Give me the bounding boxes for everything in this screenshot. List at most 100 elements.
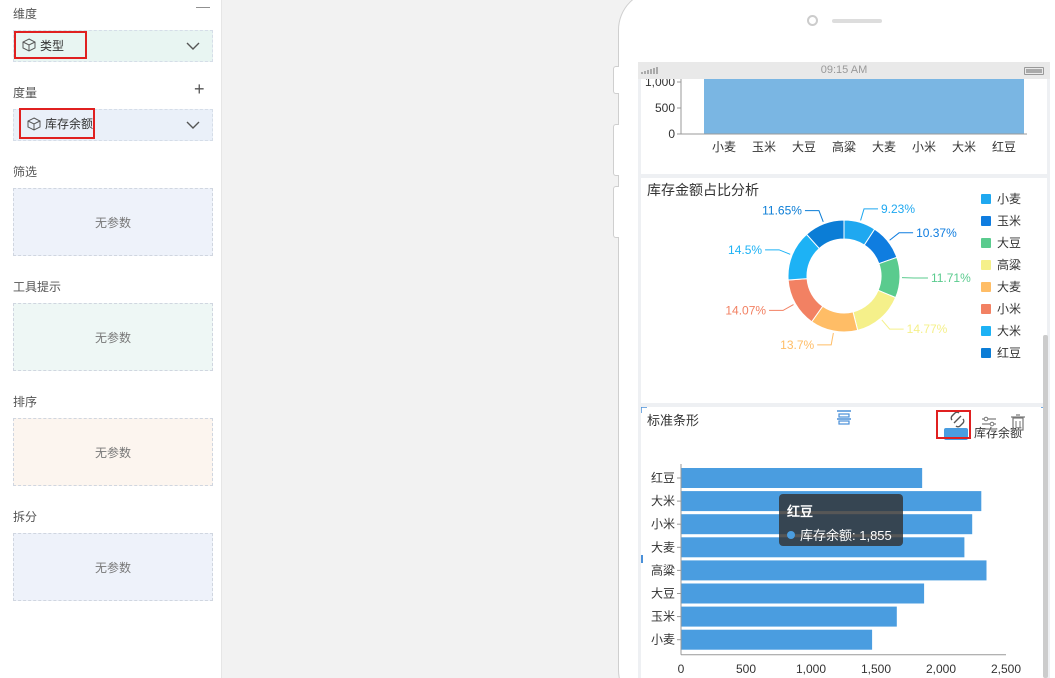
- x-tick-label: 2,000: [926, 662, 956, 676]
- phone-side-button: [613, 66, 619, 94]
- x-tick-label: 大米: [952, 140, 976, 154]
- donut-leader-line: [765, 249, 791, 255]
- y-tick-label: 500: [655, 101, 675, 115]
- signal-icon: [641, 67, 658, 74]
- legend-swatch: [981, 282, 991, 292]
- tooltip-dropzone[interactable]: 无参数: [13, 303, 213, 371]
- align-center-icon[interactable]: [837, 410, 851, 425]
- split-dropzone[interactable]: 无参数: [13, 533, 213, 601]
- donut-chart-card[interactable]: 库存金额占比分析 9.23% 10.37% 11.71% 14.77% 13.7% 14.…: [641, 178, 1047, 403]
- legend-swatch: [981, 326, 991, 336]
- x-tick-label: 1,500: [861, 662, 891, 676]
- legend-label: 库存余额: [974, 425, 1022, 440]
- dimension-chip[interactable]: 类型: [14, 31, 87, 59]
- legend-swatch: [981, 304, 991, 314]
- top-bar-chart: 1,000 500 0 小麦 玉米 大豆 高粱 大麦 小米 大米 红豆: [645, 75, 1027, 154]
- donut-legend[interactable]: 小麦玉米大豆高粱大麦小米大米红豆: [981, 192, 1021, 360]
- camera-icon: [807, 15, 818, 26]
- chevron-down-icon[interactable]: [186, 118, 200, 132]
- filter-label: 筛选: [13, 165, 38, 179]
- measure-label: 度量: [13, 86, 38, 100]
- tooltip-category: 红豆: [787, 504, 814, 519]
- legend-item-label: 小麦: [997, 192, 1021, 206]
- x-tick-label: 高粱: [832, 139, 856, 154]
- y-tick-label: 大豆: [651, 587, 675, 601]
- legend-item-label: 大麦: [997, 280, 1021, 294]
- bar-title: 标准条形: [647, 413, 700, 428]
- legend-item-label: 玉米: [997, 214, 1021, 228]
- legend-swatch: [981, 238, 991, 248]
- donut-label: 11.71%: [931, 271, 971, 285]
- y-tick-labels: 1,000 500 0: [645, 75, 681, 141]
- add-measure-icon[interactable]: +: [194, 80, 205, 98]
- measure-chip-label: 库存余额: [45, 117, 94, 131]
- x-tick-label: 玉米: [752, 140, 776, 154]
- donut-leader-line: [769, 304, 794, 311]
- tooltip-value: 库存余额: 1,855: [800, 528, 892, 543]
- legend-item-label: 大豆: [997, 236, 1021, 250]
- top-chart-card[interactable]: 1,000 500 0 小麦 玉米 大豆 高粱 大麦 小米 大米 红豆: [641, 75, 1047, 174]
- y-tick-label: 大麦: [651, 540, 675, 554]
- x-tick-label: 2,500: [991, 662, 1021, 676]
- battery-icon: [1024, 67, 1044, 75]
- legend-swatch: [981, 260, 991, 270]
- status-bar: 09:15 AM: [638, 62, 1050, 79]
- x-tick-labels: 小麦 玉米 大豆 高粱 大麦 小米 大米 红豆: [712, 139, 1016, 154]
- filter-dropzone[interactable]: 无参数: [13, 188, 213, 256]
- y-tick-label: 小麦: [651, 633, 675, 647]
- link-highlight: [936, 410, 971, 439]
- donut-label: 11.65%: [762, 204, 802, 218]
- speaker-grill: [832, 19, 882, 23]
- donut-leader-line: [804, 210, 824, 223]
- collapse-icon[interactable]: —: [196, 0, 210, 14]
- legend-item-label: 大米: [997, 324, 1021, 338]
- donut-label: 14.5%: [728, 243, 762, 257]
- bar: [681, 606, 897, 627]
- tooltip-dot: [787, 530, 795, 539]
- dimension-label: 维度: [13, 7, 38, 21]
- donut-label: 9.23%: [881, 202, 915, 216]
- bar: [681, 560, 987, 581]
- split-label: 拆分: [13, 510, 38, 524]
- bar: [681, 583, 925, 604]
- donut-slices: [787, 219, 901, 333]
- bar: [681, 629, 873, 650]
- sort-dropzone[interactable]: 无参数: [13, 418, 213, 486]
- cube-icon: [27, 116, 41, 131]
- donut-label: 13.7%: [780, 338, 814, 352]
- legend-item-label: 小米: [997, 302, 1021, 316]
- chart-tooltip: 红豆 库存余额: 1,855: [779, 494, 903, 546]
- x-tick-label: 0: [678, 662, 685, 676]
- status-time: 09:15 AM: [820, 64, 868, 76]
- y-tick-label: 0: [668, 127, 675, 141]
- donut-leader-line: [881, 319, 904, 330]
- config-panel: 维度 — 类型 度量 + 库存余额 筛选 无参数 工具提示 无参数 排序 无参数…: [0, 0, 222, 678]
- sort-label: 排序: [13, 395, 38, 409]
- donut-leader-line: [817, 332, 834, 346]
- x-tick-labels: 0 500 1,000 1,500 2,000 2,500: [678, 662, 1022, 676]
- donut-title: 库存金额占比分析: [647, 182, 759, 198]
- chevron-down-icon[interactable]: [186, 39, 200, 53]
- tooltip-value-row: 库存余额: 1,855: [787, 525, 895, 544]
- donut-label: 10.37%: [916, 226, 957, 240]
- x-tick-label: 红豆: [992, 139, 1016, 154]
- y-tick-label: 大米: [651, 494, 675, 508]
- donut-chart: 9.23%10.37% 11.71% 14.77% 13.7% 14.07% 14.5% 1…: [725, 192, 1021, 360]
- donut-slice: [852, 289, 897, 331]
- x-tick-label: 500: [736, 662, 756, 676]
- y-tick-label: 1,000: [645, 79, 675, 89]
- y-tick-label: 玉米: [651, 610, 675, 624]
- x-tick-label: 大豆: [792, 140, 816, 154]
- legend-swatch: [981, 216, 991, 226]
- measure-chip[interactable]: 库存余额: [19, 108, 95, 139]
- scrollbar[interactable]: [1043, 335, 1048, 678]
- tooltip-label: 工具提示: [13, 280, 62, 294]
- donut-leader-line: [860, 208, 879, 221]
- y-tick-label: 小米: [651, 517, 675, 531]
- x-tick-label: 小米: [912, 140, 936, 154]
- legend-item-label: 高粱: [997, 257, 1021, 272]
- x-tick-label: 大麦: [872, 140, 896, 154]
- y-tick-label: 红豆: [651, 470, 675, 485]
- x-tick-label: 1,000: [796, 662, 826, 676]
- cube-icon: [22, 38, 36, 52]
